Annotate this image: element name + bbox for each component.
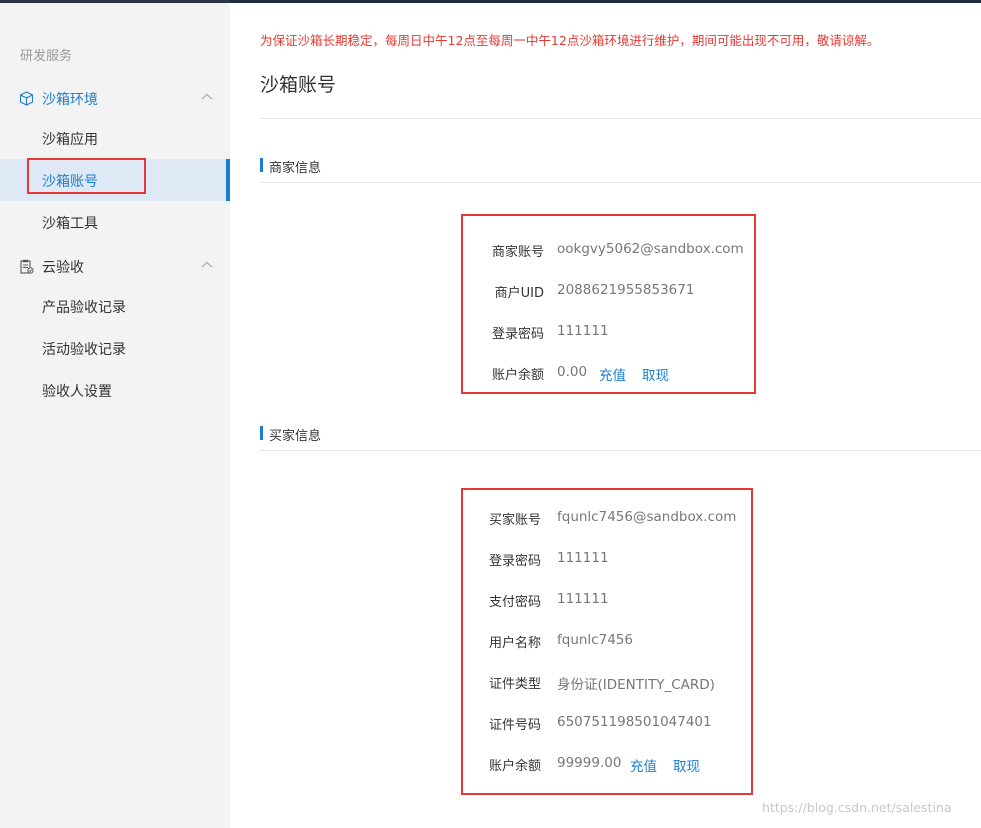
- buyer-account-row: 买家账号 fqunlc7456@sandbox.com: [463, 509, 751, 529]
- sidebar-item-sandbox-app[interactable]: 沙箱应用: [0, 117, 230, 159]
- field-value: 2088621955853671: [557, 282, 695, 298]
- field-label: 登录密码: [491, 327, 544, 342]
- field-value: 111111: [557, 323, 609, 339]
- sidebar-item-label: 沙箱应用: [42, 132, 98, 148]
- field-label: 证件号码: [488, 718, 541, 733]
- buyer-pay-password-row: 支付密码 111111: [463, 591, 751, 611]
- page-title: 沙箱账号: [260, 74, 337, 96]
- field-label: 账户余额: [491, 368, 544, 383]
- recharge-link[interactable]: 充值: [630, 755, 657, 775]
- sidebar-item-activity-acceptance[interactable]: 活动验收记录: [0, 327, 230, 369]
- sidebar-section-title: 研发服务: [20, 49, 73, 64]
- sidebar: 研发服务 沙箱环境 沙箱应用 沙箱账号 沙箱工具 云验收 产品验收记录 活动验收…: [0, 3, 230, 828]
- sidebar-item-sandbox-account[interactable]: 沙箱账号: [0, 158, 230, 201]
- sidebar-group-label: 云验收: [42, 260, 84, 276]
- field-label: 登录密码: [488, 554, 541, 569]
- divider: [260, 118, 981, 119]
- field-value: fqunlc7456: [557, 632, 633, 648]
- buyer-username-row: 用户名称 fqunlc7456: [463, 632, 751, 652]
- chevron-up-icon[interactable]: [200, 89, 214, 103]
- field-value: 99999.00: [557, 755, 622, 771]
- section-marker: [260, 426, 263, 440]
- field-value: 111111: [557, 591, 609, 607]
- buyer-id-number-row: 证件号码 650751198501047401: [463, 714, 751, 734]
- sidebar-item-sandbox-tools[interactable]: 沙箱工具: [0, 201, 230, 243]
- field-value: fqunlc7456@sandbox.com: [557, 509, 737, 525]
- field-label: 商户UID: [494, 286, 544, 301]
- main-content: 为保证沙箱长期稳定，每周日中午12点至每周一中午12点沙箱环境进行维护，期间可能…: [230, 3, 981, 828]
- clipboard-icon: [19, 259, 34, 274]
- merchant-uid-row: 商户UID 2088621955853671: [463, 282, 754, 302]
- maintenance-notice: 为保证沙箱长期稳定，每周日中午12点至每周一中午12点沙箱环境进行维护，期间可能…: [260, 33, 880, 48]
- sidebar-group-cloud-acceptance[interactable]: 云验收: [0, 249, 230, 285]
- sidebar-item-label: 产品验收记录: [42, 300, 126, 316]
- field-value: 650751198501047401: [557, 714, 712, 730]
- withdraw-link[interactable]: 取现: [673, 755, 700, 775]
- sidebar-group-label: 沙箱环境: [42, 92, 98, 108]
- withdraw-link[interactable]: 取现: [642, 364, 669, 384]
- field-label: 买家账号: [488, 513, 541, 528]
- watermark: https://blog.csdn.net/salestina: [762, 800, 952, 815]
- field-value: 身份证(IDENTITY_CARD): [557, 677, 715, 693]
- divider: [260, 450, 981, 451]
- merchant-password-row: 登录密码 111111: [463, 323, 754, 343]
- field-label: 支付密码: [488, 595, 541, 610]
- buyer-id-type-row: 证件类型 身份证(IDENTITY_CARD): [463, 673, 751, 693]
- divider: [260, 182, 981, 183]
- chevron-up-icon[interactable]: [200, 257, 214, 271]
- field-value: ookgvy5062@sandbox.com: [557, 241, 744, 257]
- buyer-login-password-row: 登录密码 111111: [463, 550, 751, 570]
- field-label: 证件类型: [488, 677, 541, 692]
- sidebar-item-label: 验收人设置: [42, 384, 112, 400]
- merchant-balance-row: 账户余额 0.00 充值 取现: [463, 364, 754, 384]
- sidebar-item-label: 沙箱工具: [42, 216, 98, 232]
- recharge-link[interactable]: 充值: [599, 364, 626, 384]
- field-value: 111111: [557, 550, 609, 566]
- field-value: 0.00: [557, 364, 588, 380]
- section-marker: [260, 158, 263, 172]
- buyer-balance-row: 账户余额 99999.00 充值 取现: [463, 755, 751, 775]
- merchant-account-row: 商家账号 ookgvy5062@sandbox.com: [463, 241, 754, 261]
- sidebar-item-label: 沙箱账号: [42, 174, 98, 190]
- cube-icon: [19, 91, 34, 106]
- sidebar-item-acceptor-settings[interactable]: 验收人设置: [0, 369, 230, 411]
- merchant-info-box: 商家账号 ookgvy5062@sandbox.com 商户UID 208862…: [461, 214, 756, 394]
- sidebar-group-sandbox[interactable]: 沙箱环境: [0, 81, 230, 117]
- field-label: 用户名称: [488, 636, 541, 651]
- buyer-info-box: 买家账号 fqunlc7456@sandbox.com 登录密码 111111 …: [461, 488, 753, 795]
- field-label: 商家账号: [491, 245, 544, 260]
- sidebar-item-product-acceptance[interactable]: 产品验收记录: [0, 285, 230, 327]
- sidebar-item-label: 活动验收记录: [42, 342, 126, 358]
- field-label: 账户余额: [488, 759, 541, 774]
